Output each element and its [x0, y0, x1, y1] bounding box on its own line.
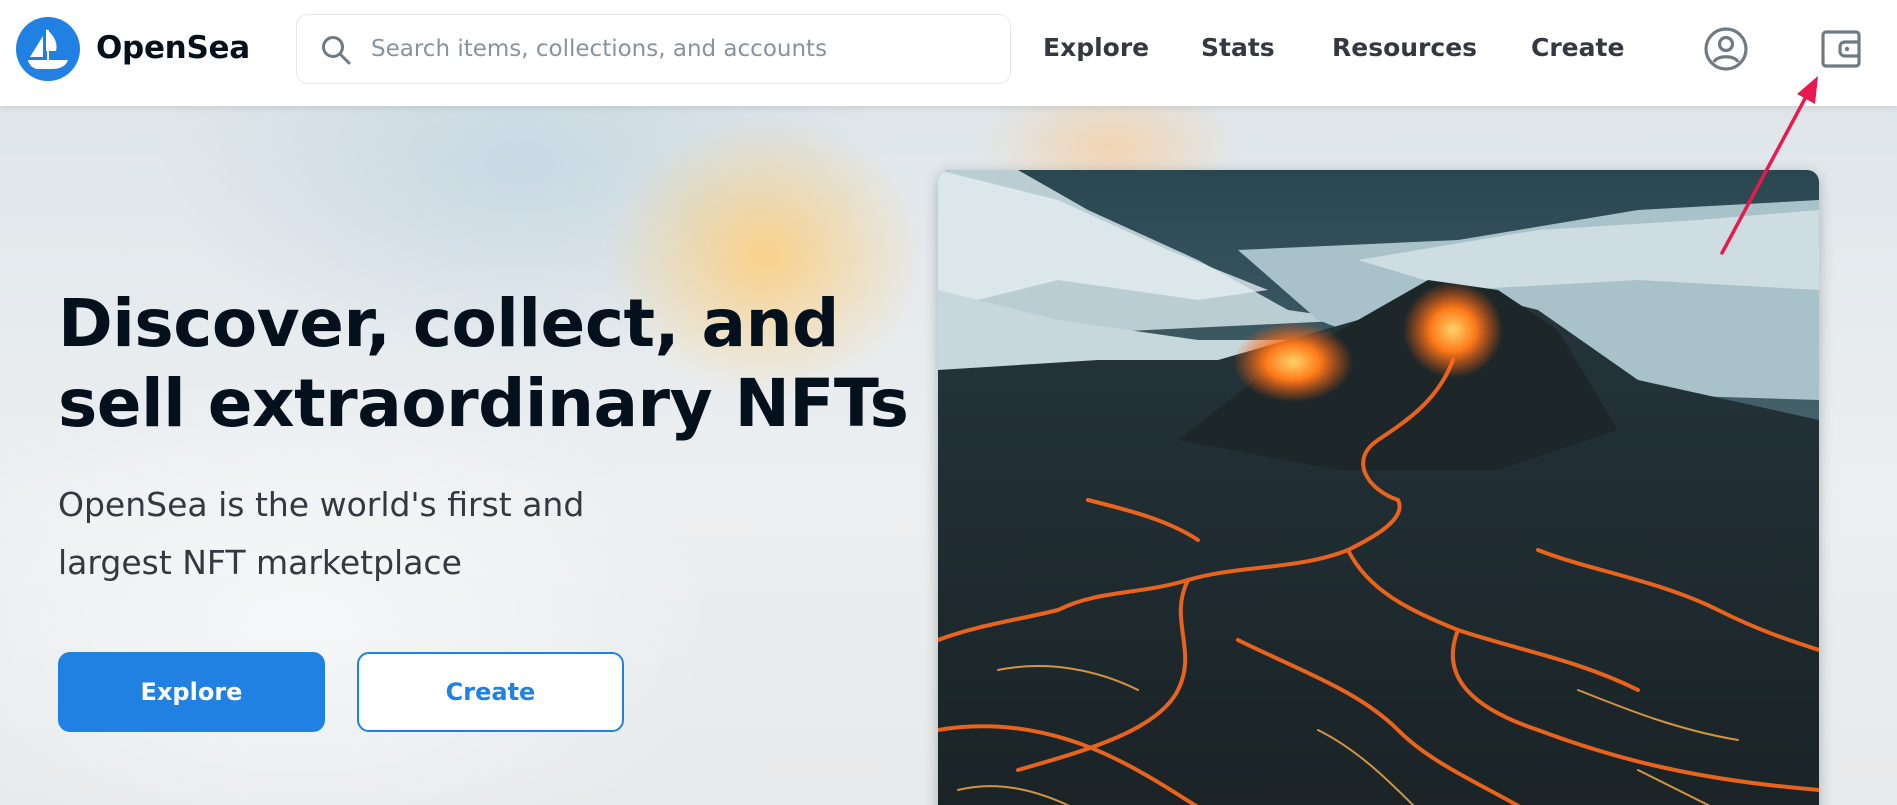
nav-explore[interactable]: Explore — [1043, 33, 1149, 62]
search-bar[interactable] — [296, 14, 1011, 84]
nav-resources[interactable]: Resources — [1332, 33, 1477, 62]
top-navbar: OpenSea Explore Stats Resources Create — [0, 0, 1897, 106]
hero-subtitle: OpenSea is the world's first and largest… — [58, 485, 585, 582]
brand-name[interactable]: OpenSea — [96, 30, 250, 66]
search-input[interactable] — [371, 15, 991, 83]
account-circle-icon[interactable] — [1703, 26, 1749, 72]
nav-stats[interactable]: Stats — [1201, 33, 1275, 62]
opensea-boat-logo-icon[interactable] — [16, 17, 80, 81]
hero-title: Discover, collect, and sell extraordinar… — [58, 285, 909, 442]
hero-section: Discover, collect, and sell extraordinar… — [0, 106, 1897, 805]
create-button[interactable]: Create — [357, 652, 624, 732]
erupting-volcano-lava-flow-image — [938, 170, 1819, 805]
wallet-icon[interactable] — [1818, 26, 1864, 72]
explore-button[interactable]: Explore — [58, 652, 325, 732]
featured-nft-card[interactable] — [938, 170, 1819, 805]
nav-create[interactable]: Create — [1531, 33, 1624, 62]
search-icon — [322, 36, 351, 65]
